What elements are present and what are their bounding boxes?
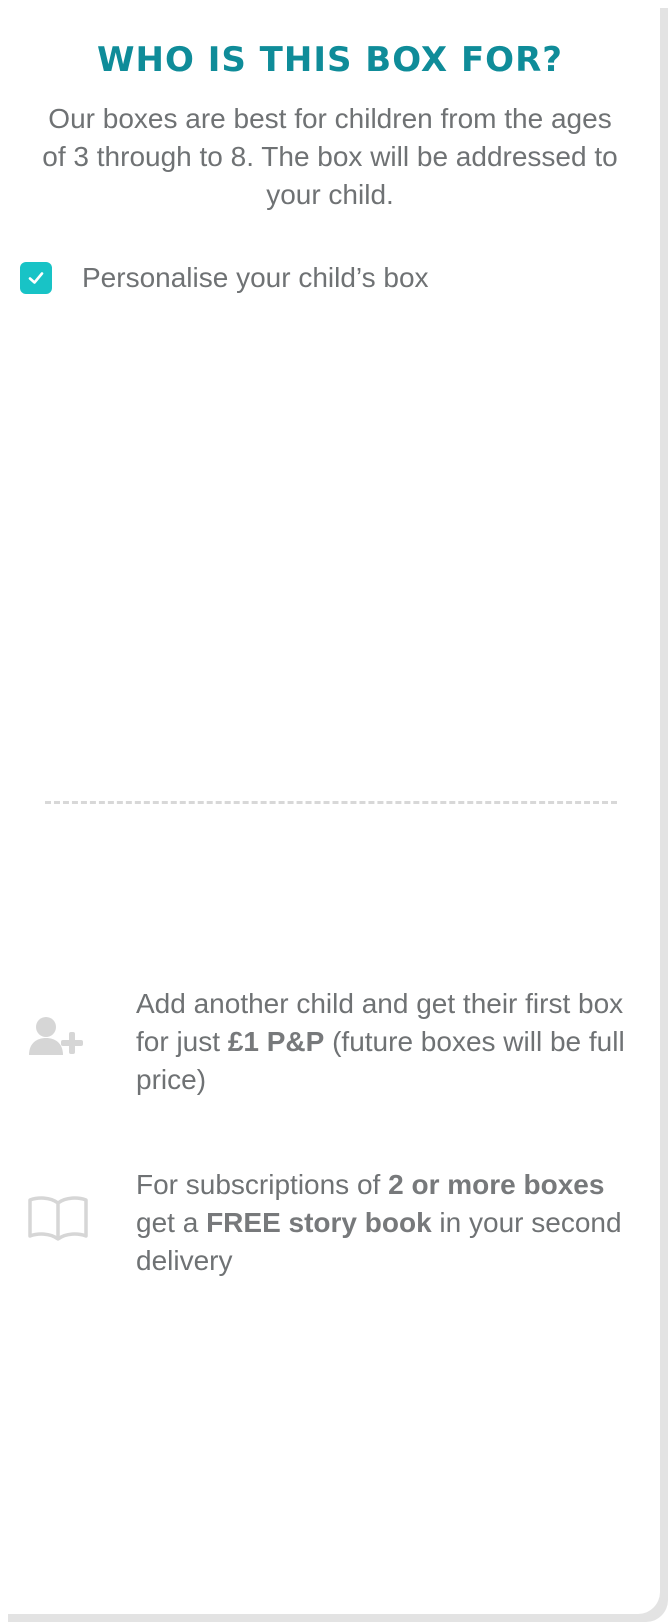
personalise-label: Personalise your child’s box <box>82 262 429 293</box>
add-child-offer-text: Add another child and get their first bo… <box>136 988 625 1095</box>
offer-highlight: FREE story book <box>206 1207 432 1238</box>
book-icon <box>28 1196 88 1241</box>
free-book-offer-text: For subscriptions of 2 or more boxes get… <box>136 1169 622 1276</box>
offer-highlight: £1 P&P <box>227 1026 325 1057</box>
section-title: WHO IS THIS BOX FOR? <box>97 40 563 80</box>
box-recipient-card: WHO IS THIS BOX FOR? Our boxes are best … <box>0 0 660 1614</box>
personalise-checkbox[interactable] <box>20 262 52 294</box>
section-divider <box>45 801 617 804</box>
offer-highlight: 2 or more boxes <box>388 1169 605 1200</box>
personalise-option[interactable]: Personalise your child’s box <box>20 258 429 298</box>
add-user-icon <box>29 1017 83 1055</box>
section-intro: Our boxes are best for children from the… <box>42 103 618 210</box>
checkmark-icon <box>28 272 44 284</box>
